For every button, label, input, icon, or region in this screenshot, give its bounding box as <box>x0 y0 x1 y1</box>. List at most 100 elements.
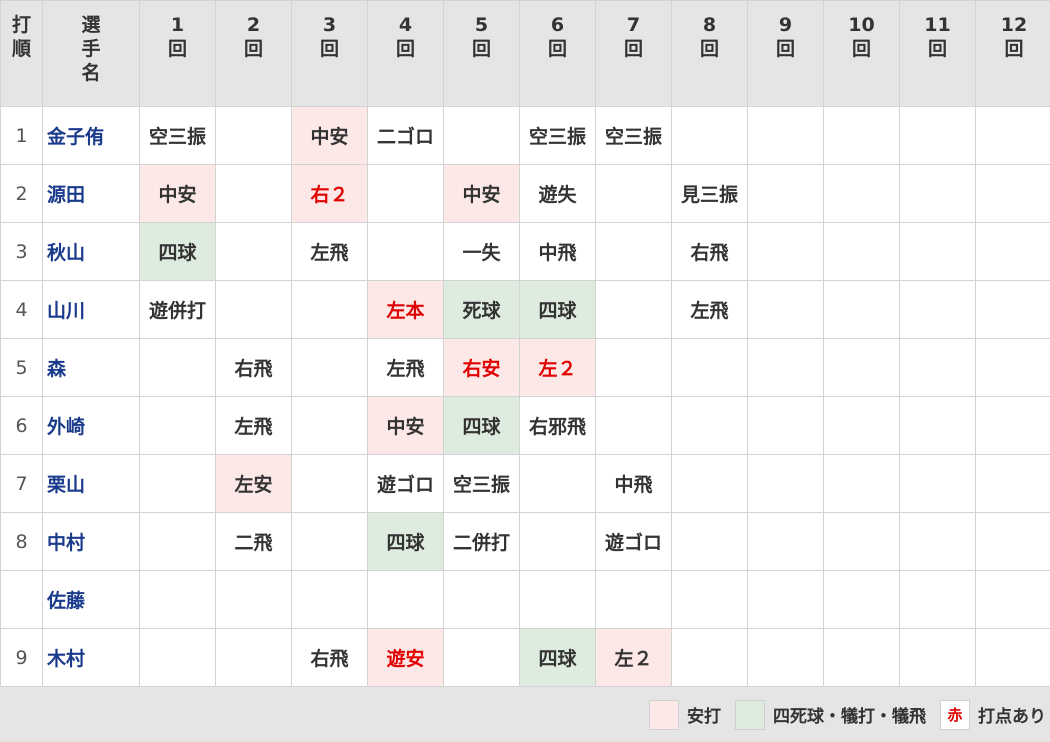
batting-scoresheet: 打順 選手名 1 回 2 回 3 回 4 回 5 回 6 回 7 回 8 回 9 回 10 回 11 回 12 回 1 金子侑空… <box>0 0 1050 687</box>
at-bat-cell-inning-1: 四球 <box>139 222 216 281</box>
inning-number: 12 <box>1000 14 1028 36</box>
at-bat-cell-inning-3: 中安 <box>291 106 368 165</box>
at-bat-cell-inning-9 <box>747 628 824 687</box>
batting-order-cell: 7 <box>0 454 43 513</box>
inning-number: 9 <box>778 14 793 36</box>
legend-swatch-rbi: 赤 <box>940 699 970 730</box>
at-bat-cell-inning-11 <box>899 628 976 687</box>
at-bat-cell-inning-4: 遊ゴロ <box>367 454 444 513</box>
at-bat-cell-inning-1: 遊併打 <box>139 280 216 339</box>
at-bat-cell-inning-5 <box>443 106 520 165</box>
at-bat-cell-inning-11 <box>899 570 976 629</box>
at-bat-cell-inning-1: 中安 <box>139 164 216 223</box>
at-bat-cell-inning-7 <box>595 280 672 339</box>
inning-unit: 回 <box>319 38 339 60</box>
at-bat-cell-inning-7: 左２ <box>595 628 672 687</box>
at-bat-cell-inning-4: 二ゴロ <box>367 106 444 165</box>
at-bat-cell-inning-6 <box>519 454 596 513</box>
at-bat-cell-inning-7: 中飛 <box>595 454 672 513</box>
at-bat-cell-inning-8 <box>671 338 748 397</box>
table-row: 1 金子侑 空三振 中安 二ゴロ 空三振 空三振 <box>0 106 1050 165</box>
at-bat-cell-inning-8 <box>671 454 748 513</box>
at-bat-cell-inning-1 <box>139 570 216 629</box>
at-bat-cell-inning-12 <box>975 164 1050 223</box>
at-bat-cell-inning-4: 四球 <box>367 512 444 571</box>
at-bat-cell-inning-6: 中飛 <box>519 222 596 281</box>
table-row: 9 木村 右飛 遊安 四球 左２ <box>0 628 1050 687</box>
at-bat-cell-inning-7: 遊ゴロ <box>595 512 672 571</box>
player-name-cell: 中村 <box>42 512 140 571</box>
inning-unit: 回 <box>775 38 795 60</box>
at-bat-cell-inning-7 <box>595 222 672 281</box>
at-bat-cell-inning-1 <box>139 396 216 455</box>
at-bat-cell-inning-10 <box>823 570 900 629</box>
inning-number: 1 <box>170 14 185 36</box>
header-inning-12: 12 回 <box>975 0 1050 107</box>
at-bat-cell-inning-2 <box>215 164 292 223</box>
player-name-cell: 佐藤 <box>42 570 140 629</box>
header-inning-6: 6回 <box>519 0 596 107</box>
at-bat-cell-inning-10 <box>823 106 900 165</box>
inning-number: 6 <box>550 14 565 36</box>
at-bat-cell-inning-12 <box>975 222 1050 281</box>
at-bat-cell-inning-12 <box>975 628 1050 687</box>
at-bat-cell-inning-7 <box>595 338 672 397</box>
at-bat-cell-inning-5 <box>443 628 520 687</box>
at-bat-cell-inning-9 <box>747 454 824 513</box>
inning-unit: 回 <box>471 38 491 60</box>
at-bat-cell-inning-1 <box>139 338 216 397</box>
at-bat-cell-inning-2 <box>215 280 292 339</box>
legend: 安打 四死球・犠打・犠飛 赤 打点あり <box>0 687 1050 742</box>
at-bat-cell-inning-12 <box>975 280 1050 339</box>
at-bat-cell-inning-8: 左飛 <box>671 280 748 339</box>
legend-item-rbi: 赤 打点あり <box>940 699 1046 730</box>
at-bat-cell-inning-11 <box>899 396 976 455</box>
at-bat-cell-inning-5: 一失 <box>443 222 520 281</box>
at-bat-cell-inning-6: 四球 <box>519 628 596 687</box>
at-bat-cell-inning-4 <box>367 570 444 629</box>
inning-unit: 回 <box>167 38 187 60</box>
at-bat-cell-inning-6 <box>519 570 596 629</box>
at-bat-cell-inning-8 <box>671 628 748 687</box>
at-bat-cell-inning-3: 右２ <box>291 164 368 223</box>
at-bat-cell-inning-8: 見三振 <box>671 164 748 223</box>
at-bat-cell-inning-5: 空三振 <box>443 454 520 513</box>
at-bat-cell-inning-2 <box>215 106 292 165</box>
inning-number: 10 <box>848 14 875 36</box>
at-bat-cell-inning-12 <box>975 570 1050 629</box>
at-bat-cell-inning-10 <box>823 396 900 455</box>
at-bat-cell-inning-6: 四球 <box>519 280 596 339</box>
at-bat-cell-inning-7 <box>595 570 672 629</box>
at-bat-cell-inning-10 <box>823 280 900 339</box>
table-row: 6 外崎 左飛 中安 四球 右邪飛 <box>0 396 1050 455</box>
at-bat-cell-inning-6: 左２ <box>519 338 596 397</box>
at-bat-cell-inning-8 <box>671 106 748 165</box>
header-inning-7: 7回 <box>595 0 672 107</box>
header-name-label: 選手名 <box>81 14 101 84</box>
at-bat-cell-inning-9 <box>747 570 824 629</box>
batting-rows: 1 金子侑 空三振 中安 二ゴロ 空三振 空三振 2 源田 中安 右２ 中安 遊失 見三振 3 秋山 四球 左飛一… <box>0 106 1050 687</box>
at-bat-cell-inning-7 <box>595 164 672 223</box>
at-bat-cell-inning-10 <box>823 454 900 513</box>
player-name-cell: 源田 <box>42 164 140 223</box>
at-bat-cell-inning-4: 遊安 <box>367 628 444 687</box>
at-bat-cell-inning-12 <box>975 454 1050 513</box>
at-bat-cell-inning-5: 中安 <box>443 164 520 223</box>
table-row: 2 源田 中安 右２ 中安 遊失 見三振 <box>0 164 1050 223</box>
batting-order-cell: 5 <box>0 338 43 397</box>
at-bat-cell-inning-11 <box>899 454 976 513</box>
player-name-cell: 外崎 <box>42 396 140 455</box>
at-bat-cell-inning-2: 二飛 <box>215 512 292 571</box>
at-bat-cell-inning-3 <box>291 280 368 339</box>
legend-walk-label: 四死球・犠打・犠飛 <box>773 707 926 727</box>
at-bat-cell-inning-10 <box>823 512 900 571</box>
at-bat-cell-inning-10 <box>823 164 900 223</box>
table-row: 4 山川 遊併打 左本 死球 四球 左飛 <box>0 280 1050 339</box>
header-inning-5: 5回 <box>443 0 520 107</box>
batting-order-cell: 3 <box>0 222 43 281</box>
at-bat-cell-inning-11 <box>899 280 976 339</box>
table-row: 7 栗山 左安 遊ゴロ 空三振 中飛 <box>0 454 1050 513</box>
at-bat-cell-inning-6: 遊失 <box>519 164 596 223</box>
table-row: 3 秋山 四球 左飛 一失 中飛 右飛 <box>0 222 1050 281</box>
header-player-name: 選手名 <box>42 0 140 107</box>
